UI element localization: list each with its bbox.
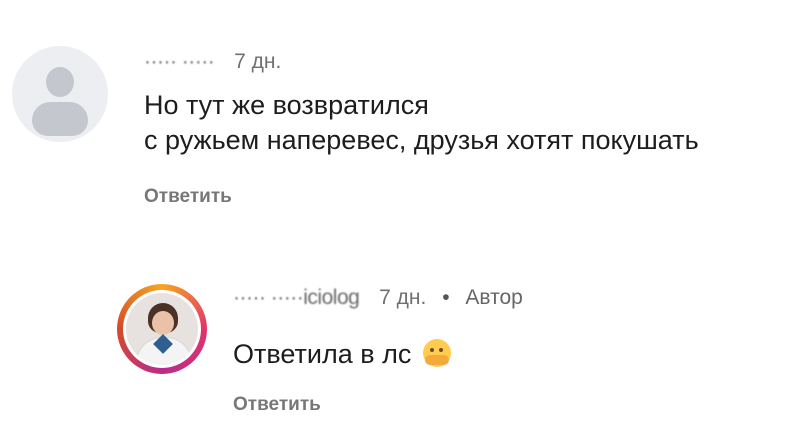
- reply-text-container: Ответила в лс: [233, 337, 733, 372]
- reply-text: Ответила в лс: [233, 339, 412, 369]
- reply-meta: ····· ·····iciolog 7 дн. • Автор: [233, 286, 523, 310]
- author-separator: •: [442, 286, 450, 309]
- comment-time: 7 дн.: [234, 50, 282, 73]
- reply-button[interactable]: Ответить: [144, 186, 232, 208]
- comment-text-line: Но тут же возвратился: [144, 90, 429, 120]
- avatar-body-icon: [32, 102, 88, 136]
- reply-button[interactable]: Ответить: [233, 394, 321, 416]
- reply-time: 7 дн.: [379, 286, 427, 309]
- author-badge: Автор: [465, 286, 523, 309]
- author-photo: [123, 290, 201, 368]
- author-avatar[interactable]: [117, 284, 207, 374]
- comment-text-line: с ружьем наперевес, друзья хотят покушат…: [144, 125, 699, 155]
- comment-text: Но тут же возвратился с ружьем наперевес…: [144, 88, 794, 158]
- avatar-head-icon: [46, 67, 74, 97]
- comment-meta: ····· ····· 7 дн.: [144, 50, 281, 74]
- reply-username[interactable]: ····· ·····iciolog: [233, 286, 360, 309]
- hugging-face-icon: [422, 339, 451, 367]
- comment-1: ····· ····· 7 дн. Но тут же возвратился …: [0, 0, 800, 230]
- comment-username[interactable]: ····· ·····: [144, 50, 215, 73]
- default-avatar[interactable]: [12, 46, 108, 142]
